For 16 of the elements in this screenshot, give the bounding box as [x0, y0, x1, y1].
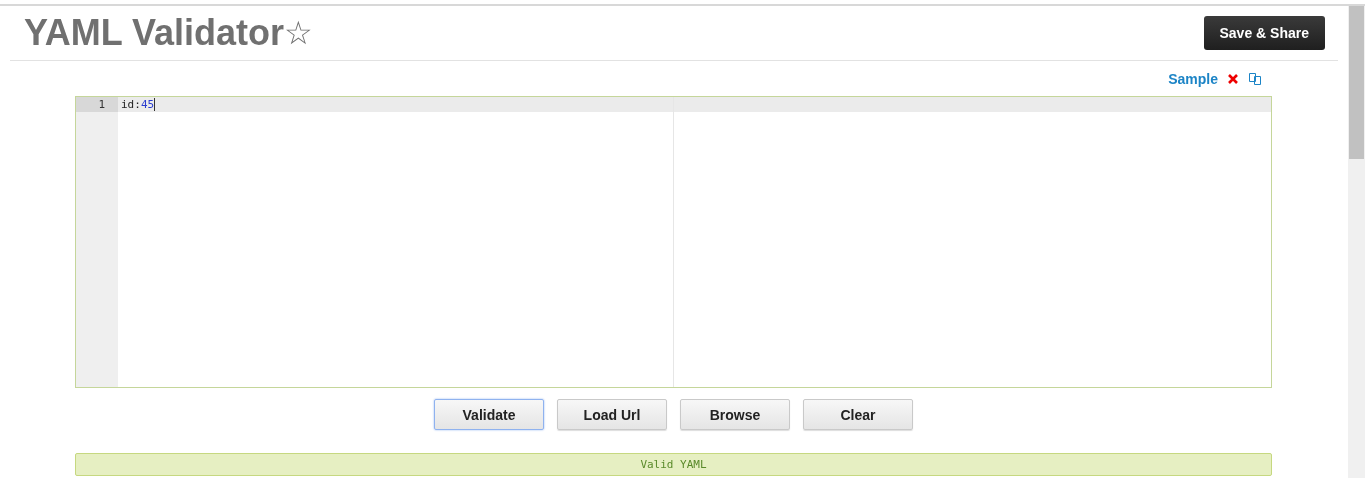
action-button[interactable]: Clear	[803, 399, 913, 430]
save-share-button[interactable]: Save & Share	[1203, 16, 1325, 50]
page-title: YAML Validator☆	[24, 12, 314, 54]
copy-icon[interactable]	[1248, 71, 1262, 86]
star-icon[interactable]: ☆	[284, 14, 314, 52]
scrollbar[interactable]	[1348, 6, 1365, 478]
code-value: 45	[140, 98, 156, 111]
action-button[interactable]: Load Url	[557, 399, 667, 430]
status-message: Valid YAML	[640, 458, 707, 471]
code-editor[interactable]: 1 id:45	[75, 96, 1272, 388]
close-icon[interactable]	[1228, 73, 1238, 84]
line-number: 1	[76, 97, 118, 112]
code-key: id:	[121, 98, 141, 111]
action-button[interactable]: Validate	[434, 399, 544, 430]
sample-link[interactable]: Sample	[1168, 70, 1218, 87]
action-button[interactable]: Browse	[680, 399, 790, 430]
